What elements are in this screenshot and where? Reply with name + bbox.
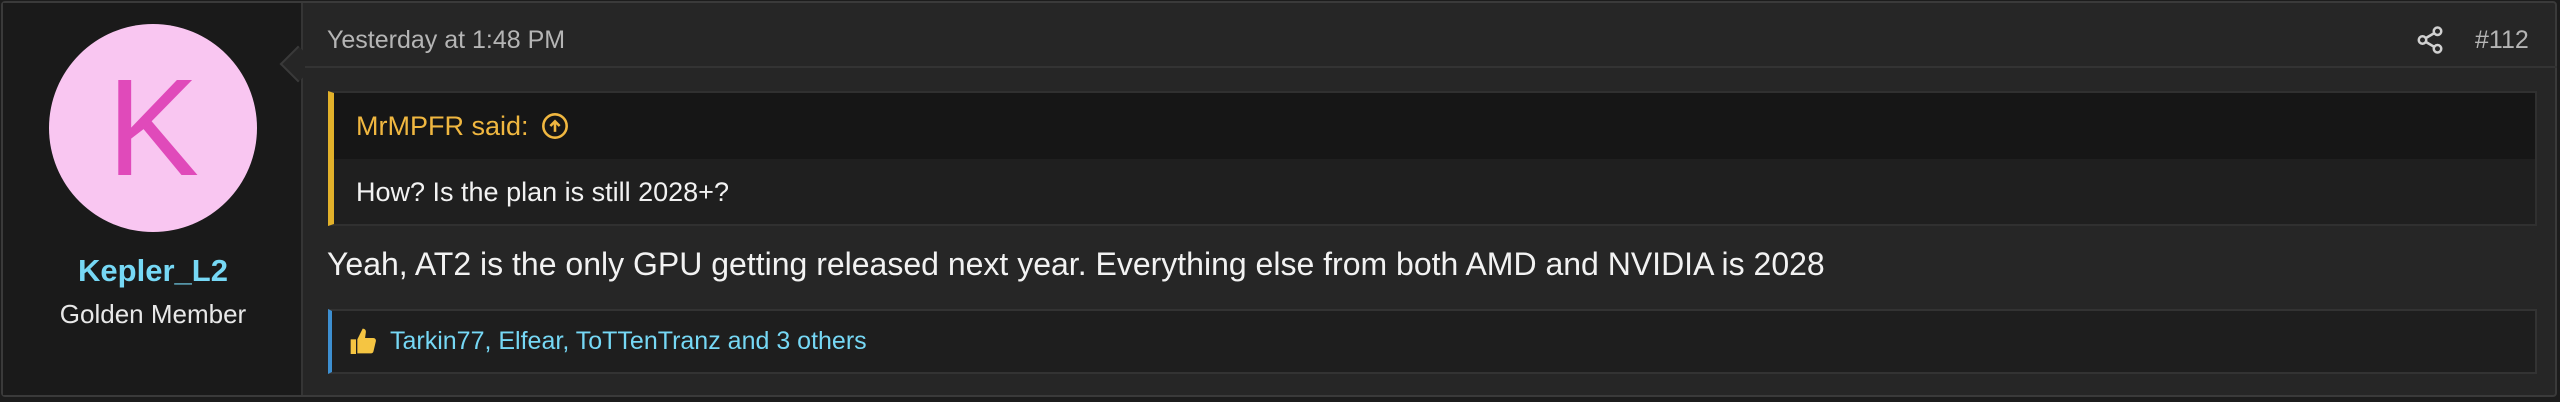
quote-author-link[interactable]: MrMPFR said: (356, 111, 529, 142)
arrow-up-circle-icon[interactable] (541, 112, 569, 140)
user-title: Golden Member (59, 299, 247, 329)
forum-post: K Kepler_L2 Golden Member Yesterday at 1… (1, 1, 2557, 397)
header-divider (305, 66, 2557, 68)
quote-header: MrMPFR said: (334, 93, 2535, 159)
reactions-bar: Tarkin77, Elfear, ToTTenTranz and 3 othe… (328, 309, 2537, 374)
share-icon[interactable] (2415, 25, 2445, 55)
post-message: Yeah, AT2 is the only GPU getting releas… (327, 246, 1825, 282)
quote-text: How? Is the plan is still 2028+? (356, 177, 729, 207)
user-column: K Kepler_L2 Golden Member (3, 3, 303, 395)
username-link[interactable]: Kepler_L2 (3, 253, 303, 289)
avatar[interactable]: K (49, 24, 257, 232)
quote-block: MrMPFR said: How? Is the plan is still 2… (328, 91, 2537, 226)
avatar-letter: K (106, 51, 200, 205)
post-number-link[interactable]: #112 (2475, 26, 2529, 55)
thumbs-up-icon (350, 328, 376, 354)
post-date-link[interactable]: Yesterday at 1:48 PM (327, 26, 565, 55)
reactions-list-link[interactable]: Tarkin77, Elfear, ToTTenTranz and 3 othe… (390, 327, 867, 356)
